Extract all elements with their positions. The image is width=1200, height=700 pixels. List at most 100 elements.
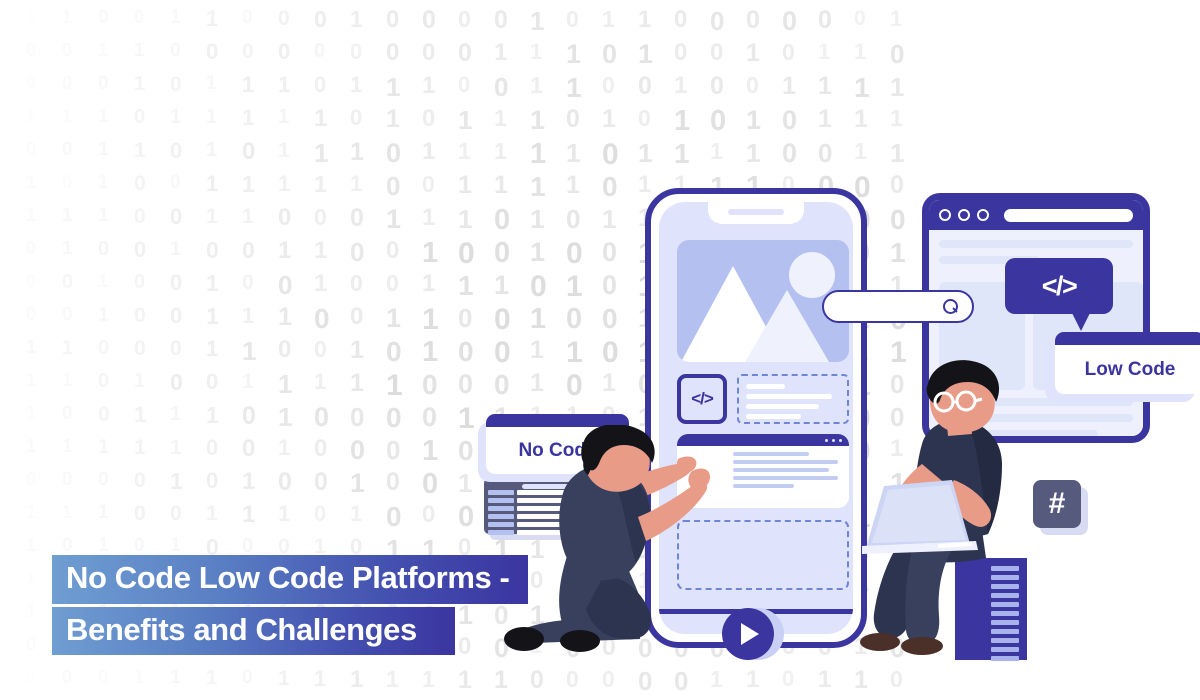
binary-digit: 1: [494, 105, 507, 131]
binary-digit: 1: [170, 436, 182, 459]
binary-digit: 0: [890, 171, 904, 199]
binary-digit: 1: [530, 204, 545, 234]
binary-digit: 1: [206, 502, 218, 525]
binary-digit: 1: [314, 171, 327, 197]
binary-digit: 1: [458, 270, 474, 301]
illustration-canvas: 0110011000100001011000000100011000000000…: [0, 0, 1200, 700]
binary-digit: 1: [98, 535, 109, 556]
binary-digit: 0: [494, 303, 511, 336]
person-sitting: [860, 360, 1002, 655]
binary-digit: 1: [674, 105, 691, 137]
browser-maximize-dot-icon[interactable]: [977, 209, 989, 221]
binary-digit: 0: [422, 402, 438, 432]
binary-digit: 1: [386, 204, 402, 234]
phone-dashed-text-block[interactable]: [737, 374, 849, 424]
search-input[interactable]: [822, 290, 974, 323]
low-code-label: Low Code: [1084, 358, 1176, 380]
binary-digit: 0: [26, 73, 36, 92]
binary-digit: 1: [350, 171, 363, 196]
hash-glyph: #: [1048, 487, 1066, 520]
binary-digit: 0: [62, 139, 73, 160]
binary-digit: 1: [314, 237, 328, 264]
binary-digit: 0: [566, 105, 580, 133]
binary-digit: 1: [458, 402, 475, 435]
binary-digit: 0: [818, 138, 833, 168]
binary-digit: 1: [854, 138, 867, 164]
binary-digit: 0: [674, 39, 688, 66]
binary-digit: 1: [638, 6, 652, 33]
binary-digit: 1: [242, 72, 255, 97]
binary-digit: 0: [386, 435, 401, 465]
binary-digit: 0: [818, 6, 832, 34]
binary-digit: 0: [134, 535, 145, 556]
binary-digit: 1: [278, 369, 293, 399]
binary-digit: 1: [350, 666, 364, 693]
binary-digit: 1: [602, 6, 615, 32]
browser-content-line: [939, 240, 1133, 248]
binary-digit: 1: [170, 238, 182, 260]
binary-digit: 0: [26, 469, 37, 489]
binary-digit: 0: [638, 105, 651, 131]
binary-digit: 1: [746, 105, 762, 135]
browser-titlebar: [929, 200, 1143, 230]
browser-close-dot-icon[interactable]: [939, 209, 951, 221]
play-button[interactable]: [722, 608, 774, 660]
phone-code-icon[interactable]: </>: [677, 374, 727, 424]
binary-digit: 1: [62, 370, 73, 391]
binary-digit: 1: [242, 105, 255, 130]
binary-digit: 0: [314, 303, 330, 334]
binary-digit: 1: [206, 171, 219, 196]
search-icon[interactable]: [943, 299, 958, 314]
binary-digit: 1: [710, 666, 723, 692]
binary-digit: 0: [170, 337, 182, 360]
binary-digit: 0: [98, 370, 110, 392]
binary-digit: 1: [602, 204, 617, 234]
binary-digit: 1: [206, 139, 218, 161]
binary-digit: 0: [458, 369, 474, 399]
binary-digit: 1: [602, 369, 616, 397]
code-bubble-glyph: </>: [1041, 270, 1078, 301]
binary-digit: 1: [530, 6, 545, 36]
binary-digit: 0: [386, 237, 400, 264]
binary-digit: 0: [98, 73, 109, 94]
binary-digit: 1: [206, 303, 219, 329]
binary-digit: 1: [170, 468, 183, 494]
binary-digit: 0: [602, 72, 615, 98]
binary-digit: 1: [530, 336, 544, 364]
binary-digit: 1: [206, 205, 218, 228]
low-code-card[interactable]: Low Code: [1055, 332, 1200, 394]
binary-digit: 0: [458, 336, 474, 367]
binary-digit: 0: [782, 6, 798, 36]
binary-digit: 0: [98, 238, 110, 260]
binary-digit: 1: [314, 535, 326, 558]
binary-digit: 1: [566, 336, 583, 369]
binary-digit: 0: [242, 40, 254, 63]
binary-digit: 1: [314, 270, 328, 297]
play-icon: [741, 623, 759, 645]
binary-digit: 0: [350, 270, 363, 296]
binary-digit: 1: [746, 666, 760, 693]
binary-digit: 1: [458, 138, 471, 164]
binary-digit: 0: [206, 237, 219, 263]
binary-digit: 0: [710, 39, 724, 66]
binary-digit: 1: [854, 39, 867, 64]
binary-digit: 1: [458, 105, 473, 135]
binary-digit: 0: [386, 501, 402, 532]
binary-digit: 1: [134, 40, 145, 61]
binary-digit: 0: [134, 237, 147, 262]
browser-minimize-dot-icon[interactable]: [958, 209, 970, 221]
binary-digit: 1: [458, 204, 473, 234]
browser-url-bar[interactable]: [1004, 208, 1133, 222]
binary-digit: 1: [98, 436, 110, 458]
binary-digit: 1: [818, 72, 832, 100]
binary-digit: 0: [350, 435, 366, 465]
binary-digit: 1: [98, 271, 109, 291]
binary-digit: 0: [98, 667, 109, 687]
binary-digit: 0: [98, 7, 109, 28]
binary-digit: 1: [494, 39, 508, 66]
binary-digit: 0: [494, 6, 508, 34]
binary-digit: 1: [350, 468, 366, 498]
binary-digit: 1: [206, 73, 217, 94]
binary-digit: 0: [494, 72, 509, 102]
binary-digit: 0: [170, 502, 182, 525]
